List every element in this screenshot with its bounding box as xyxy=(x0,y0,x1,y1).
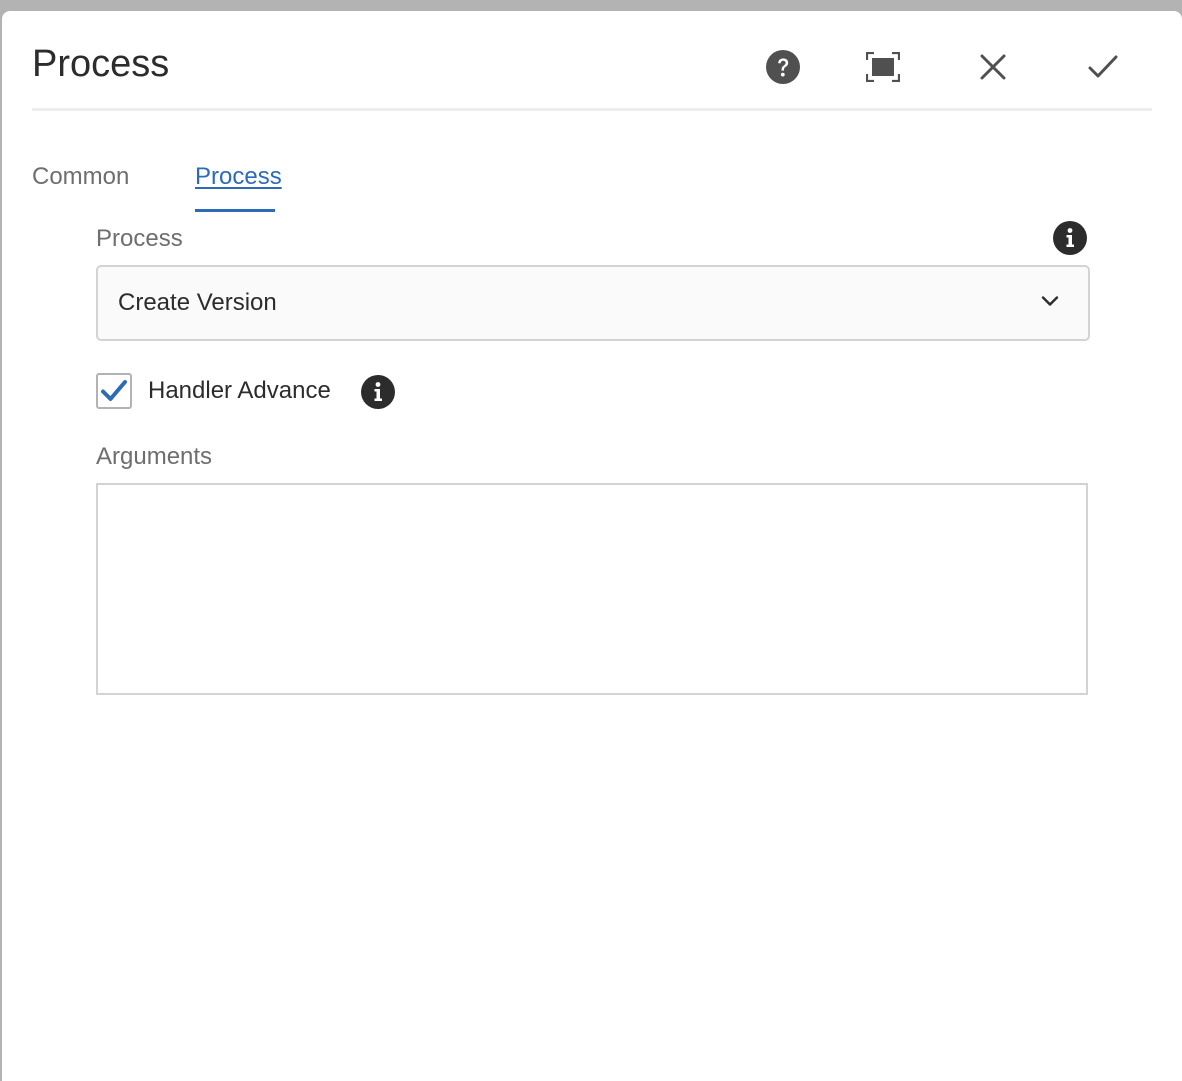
handler-advance-label: Handler Advance xyxy=(148,377,331,404)
handler-advance-checkbox[interactable] xyxy=(96,373,132,409)
chevron-down-icon xyxy=(1041,296,1059,306)
process-select[interactable]: Create Version xyxy=(96,265,1090,341)
process-field-label: Process xyxy=(96,225,183,252)
help-icon xyxy=(766,50,800,84)
fullscreen-icon xyxy=(866,52,900,82)
arguments-field-label: Arguments xyxy=(96,443,213,470)
close-button[interactable] xyxy=(973,47,1013,87)
close-icon xyxy=(980,54,1006,80)
checkmark-icon xyxy=(1088,55,1118,78)
help-button[interactable] xyxy=(763,47,803,87)
dialog-title: Process xyxy=(32,43,170,85)
process-dialog: Process Common Process Process Create Ve… xyxy=(2,11,1182,1081)
info-icon[interactable] xyxy=(361,375,395,409)
tab-process[interactable]: Process xyxy=(195,159,282,195)
tab-common[interactable]: Common xyxy=(32,159,129,195)
dialog-header: Process xyxy=(32,11,1152,111)
done-button[interactable] xyxy=(1083,47,1123,87)
tab-active-indicator xyxy=(195,209,275,212)
info-icon[interactable] xyxy=(1053,221,1087,255)
process-select-value: Create Version xyxy=(118,289,277,316)
arguments-textarea[interactable] xyxy=(96,483,1088,695)
fullscreen-button[interactable] xyxy=(863,47,903,87)
checkmark-icon xyxy=(101,380,127,401)
